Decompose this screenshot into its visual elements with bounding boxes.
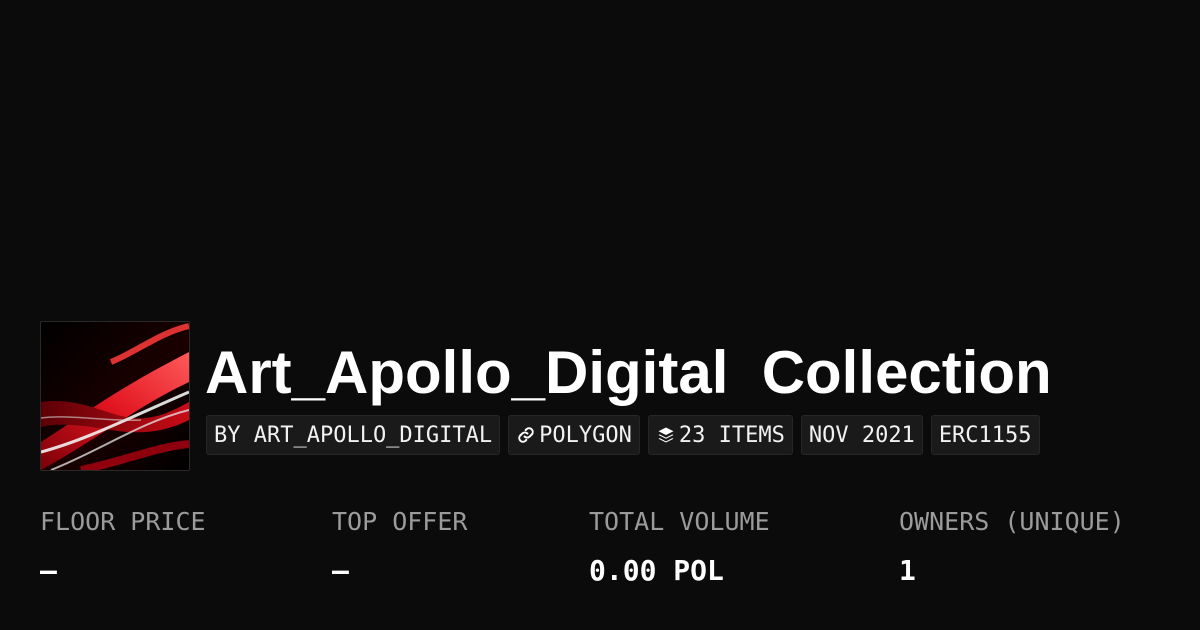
- collection-avatar-artwork: [41, 322, 189, 470]
- owners-value: 1: [899, 554, 916, 587]
- top-offer-stat: TOP OFFER –: [332, 505, 467, 588]
- floor-price-value: –: [40, 554, 57, 587]
- collection-avatar[interactable]: [40, 321, 190, 471]
- layers-icon: [656, 425, 676, 445]
- date-tag: NOV 2021: [800, 415, 923, 455]
- owners-label: OWNERS (UNIQUE): [899, 507, 1125, 536]
- collection-title: Art_Apollo_Digital Collection: [205, 339, 1052, 406]
- creator-tag[interactable]: BY ART_APOLLO_DIGITAL: [206, 415, 501, 455]
- standard-tag: ERC1155: [930, 415, 1040, 455]
- floor-price-stat: FLOOR PRICE –: [40, 505, 206, 588]
- collection-card: Art_Apollo_Digital Collection BY ART_APO…: [0, 0, 1200, 630]
- items-tag-label: 23 ITEMS: [678, 422, 785, 448]
- items-tag[interactable]: 23 ITEMS: [647, 415, 793, 455]
- standard-tag-label: ERC1155: [938, 422, 1032, 448]
- floor-price-label: FLOOR PRICE: [40, 507, 206, 536]
- chain-tag-label: POLYGON: [539, 422, 632, 448]
- date-tag-label: NOV 2021: [808, 422, 915, 448]
- collection-tags: BY ART_APOLLO_DIGITAL POLYGON 23 ITEMS N…: [206, 415, 1040, 455]
- total-volume-label: TOTAL VOLUME: [589, 507, 770, 536]
- total-volume-stat: TOTAL VOLUME 0.00 POL: [589, 505, 770, 588]
- top-offer-label: TOP OFFER: [332, 507, 468, 536]
- link-icon: [516, 425, 536, 445]
- chain-tag[interactable]: POLYGON: [508, 415, 640, 455]
- total-volume-value: 0.00 POL: [589, 554, 724, 587]
- creator-tag-label: BY ART_APOLLO_DIGITAL: [214, 422, 493, 448]
- top-offer-value: –: [332, 554, 349, 587]
- owners-stat: OWNERS (UNIQUE) 1: [899, 505, 1125, 588]
